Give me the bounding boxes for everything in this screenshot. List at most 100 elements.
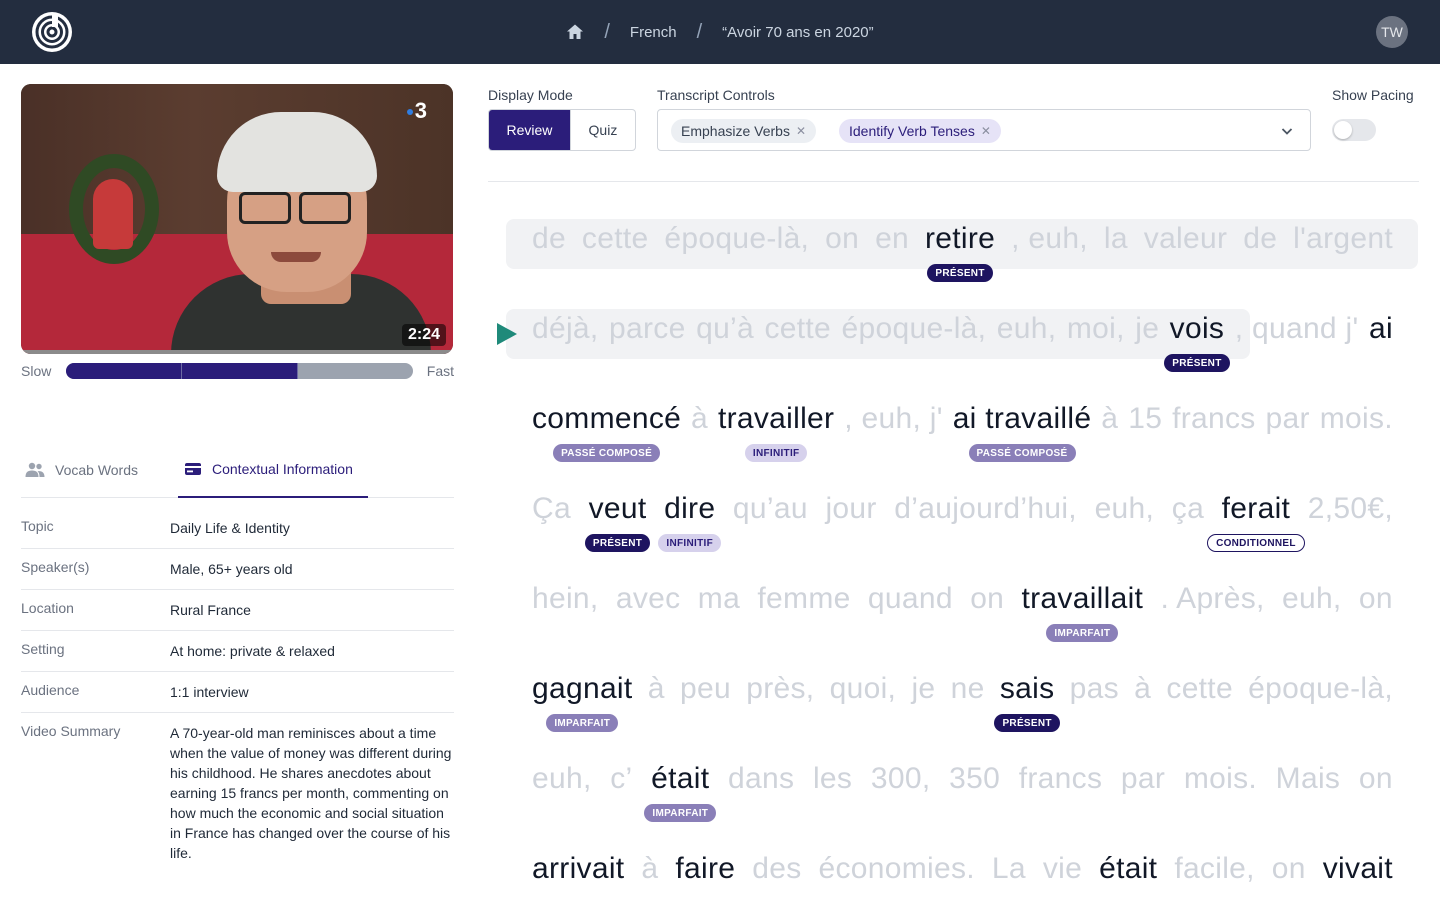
mode-quiz-button[interactable]: Quiz [569,110,635,150]
transcript-word[interactable]: vie [1043,852,1082,886]
transcript-word[interactable]: mois. [1320,402,1393,436]
transcript-verb[interactable]: ai [1369,312,1393,346]
transcript-word[interactable]: des [752,852,801,886]
transcript-word[interactable]: qu’à [696,312,754,346]
chevron-down-icon[interactable] [1280,124,1294,138]
transcript-verb[interactable]: ferait CONDITIONNEL [1207,492,1305,552]
transcript-word[interactable]: déjà, [532,312,599,346]
transcript-word[interactable]: euh, [1095,492,1155,526]
user-avatar[interactable]: TW [1376,16,1408,48]
transcript-word[interactable]: francs [1019,762,1103,796]
transcript-word[interactable]: , euh, j' [844,402,943,436]
transcript-word[interactable]: époque-là, [842,312,987,346]
transcript-word[interactable]: , quand j' [1235,312,1359,346]
breadcrumb-language[interactable]: French [630,24,677,41]
transcript-word[interactable]: avec [616,582,681,616]
transcript-word[interactable]: c’ [610,762,632,796]
transcript-word[interactable]: à [641,852,658,886]
transcript-verb[interactable]: gagnait IMPARFAIT [532,672,633,732]
transcript-word[interactable]: cette [764,312,831,346]
transcript-word[interactable]: en [875,222,909,256]
play-icon[interactable] [496,322,518,346]
transcript-line[interactable]: arrivait à faire des économies. La vie était fac… [532,852,1393,886]
transcript-word[interactable]: on [1359,582,1393,616]
transcript-verb[interactable]: retire PRÉSENT [925,222,995,282]
transcript-word[interactable]: près, [746,672,814,706]
transcript-verb[interactable]: vois PRÉSENT [1164,312,1230,372]
transcript-word[interactable]: euh, [1282,582,1342,616]
transcript-word[interactable]: facile, [1174,852,1254,886]
transcript-word[interactable]: valeur [1144,222,1228,256]
show-pacing-toggle[interactable] [1332,119,1376,141]
transcript-word[interactable]: la [1104,222,1128,256]
remove-chip-icon[interactable]: ✕ [981,124,991,138]
transcript-word[interactable]: on [1272,852,1306,886]
transcript-word[interactable]: on [1359,762,1393,796]
transcript-word[interactable]: ça [1172,492,1204,526]
transcript-word[interactable]: époque-là, [1248,672,1393,706]
transcript-verb[interactable]: ai travaillé PASSÉ COMPOSÉ [953,402,1092,462]
transcript-verb[interactable]: veut PRÉSENT [584,492,651,552]
home-icon[interactable] [566,23,584,41]
video-player[interactable]: 3 2:24 [21,84,453,354]
transcript-word[interactable]: qu’au [733,492,808,526]
transcript-word[interactable]: peu [680,672,731,706]
transcript-word[interactable]: les [813,762,852,796]
transcript-line[interactable]: gagnait IMPARFAIT à peu près, quoi, je ne sais PR… [532,672,1393,732]
transcript-word[interactable]: 350 [949,762,1000,796]
transcript-word[interactable]: euh, [532,762,592,796]
transcript-line[interactable]: déjà, parce qu’à cette époque-là, euh, moi, je v… [532,312,1393,372]
transcript-word[interactable]: cette [1166,672,1233,706]
transcript-word[interactable]: ma [698,582,740,616]
transcript-word[interactable]: on [825,222,859,256]
transcript-word[interactable]: à [648,672,665,706]
speed-slider[interactable] [66,363,413,379]
transcript-word[interactable]: . Après, [1161,582,1265,616]
transcript-word[interactable]: époque-là, [664,222,809,256]
tab-contextual-information[interactable]: Contextual Information [178,452,368,498]
transcript-word[interactable]: à [1101,402,1118,436]
transcript-word[interactable]: je [1135,312,1159,346]
transcript-word[interactable]: jour [825,492,876,526]
transcript-word[interactable]: économies. [819,852,975,886]
transcript-line[interactable]: de cette époque-là, on en retire PRÉSENT, euh,… [532,222,1393,282]
transcript-word[interactable]: quoi, [830,672,897,706]
transcript-word[interactable]: francs [1172,402,1256,436]
transcript-word[interactable]: 2,50€, [1308,492,1393,526]
transcript-word[interactable]: pas [1070,672,1119,706]
transcript-verb[interactable]: était IMPARFAIT [644,762,717,822]
transcript-word[interactable]: quand [868,582,953,616]
video-progress-bar[interactable] [21,350,453,354]
transcript-verb[interactable]: vivait [1323,852,1393,886]
transcript-line[interactable]: commencé PASSÉ COMPOSÉ à travailler INFINITI… [532,402,1393,462]
transcript-verb[interactable]: arrivait [532,852,624,886]
transcript-word[interactable]: à [1134,672,1151,706]
transcript-verb[interactable]: travaillait IMPARFAIT [1022,582,1144,642]
transcript-verb[interactable]: sais PRÉSENT [994,672,1060,732]
transcript-word[interactable]: Ça [532,492,571,526]
transcript-word[interactable]: femme [757,582,850,616]
transcript-word[interactable]: d’aujourd’hui, [894,492,1077,526]
transcript-verb[interactable]: travailler INFINITIF [718,402,834,462]
transcript-word[interactable]: dans [728,762,794,796]
transcript-word[interactable]: 15 [1128,402,1162,436]
transcript-word[interactable]: de [532,222,566,256]
tab-vocab-words[interactable]: Vocab Words [25,452,138,498]
transcript-word[interactable]: euh, [997,312,1057,346]
transcript-controls-select[interactable]: Emphasize Verbs ✕ Identify Verb Tenses ✕ [657,109,1311,151]
transcript-verb[interactable]: dire INFINITIF [658,492,721,552]
transcript-verb[interactable]: était [1099,852,1157,886]
transcript-line[interactable]: hein, avec ma femme quand on travaillait IMPARF… [532,582,1393,642]
transcript-word[interactable]: parce [609,312,686,346]
transcript-word[interactable]: de [1243,222,1277,256]
transcript-word[interactable]: Mais [1276,762,1341,796]
transcript-word[interactable]: par [1266,402,1310,436]
transcript-line[interactable]: euh, c’ était IMPARFAIT dans les 300, 350 francs… [532,762,1393,822]
transcript-word[interactable]: cette [582,222,649,256]
transcript-word[interactable]: on [970,582,1004,616]
transcript-word[interactable]: l'argent [1293,222,1393,256]
transcript-verb[interactable]: faire [675,852,735,886]
remove-chip-icon[interactable]: ✕ [796,124,806,138]
transcript-word[interactable]: , euh, [1011,222,1088,256]
mode-review-button[interactable]: Review [489,110,570,150]
